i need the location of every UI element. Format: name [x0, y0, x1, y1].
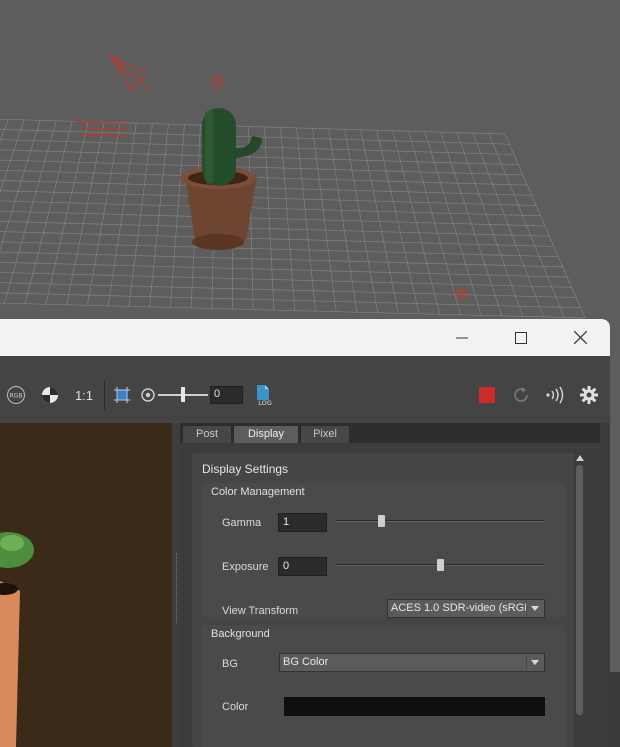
- view-transform-dropdown[interactable]: ACES 1.0 SDR-video (sRGB: [387, 599, 545, 618]
- background-panel-edge: [610, 672, 620, 747]
- refresh-button[interactable]: [510, 382, 532, 408]
- scroll-up-icon[interactable]: [576, 455, 584, 461]
- title-bar[interactable]: [0, 319, 610, 356]
- ratio-button[interactable]: 1:1: [73, 382, 95, 408]
- exposure-field[interactable]: 0: [278, 557, 327, 576]
- light-icon: [210, 74, 226, 90]
- render-view-window: RGB 1:1 0 LOG Post Display Pixel Display…: [0, 319, 610, 747]
- svg-text:RGB: RGB: [10, 393, 23, 400]
- gamma-input[interactable]: 1: [278, 513, 327, 532]
- maximize-icon: [515, 331, 527, 344]
- refresh-icon: [514, 387, 528, 402]
- section-title: Display Settings: [202, 462, 289, 476]
- bg-label: BG: [222, 658, 238, 670]
- stop-render-icon: [479, 387, 495, 403]
- scroll-thumb[interactable]: [576, 465, 583, 715]
- rendered-cactus-image: [0, 532, 34, 747]
- toolbar-separator: [104, 380, 105, 410]
- aperture-icon: [141, 388, 155, 402]
- background-group: Background BG BG Color Color: [202, 625, 565, 747]
- stop-render-button[interactable]: [477, 382, 497, 408]
- tab-pixel[interactable]: Pixel: [300, 425, 350, 443]
- chevron-down-icon: [526, 655, 543, 670]
- ipr-signal-button[interactable]: [543, 382, 567, 408]
- display-settings-section: Display Settings Color Management Gamma …: [192, 453, 578, 747]
- chevron-down-icon: [526, 601, 543, 616]
- exposure-button[interactable]: [140, 382, 156, 408]
- panel-tabs: Post Display Pixel: [180, 423, 600, 443]
- panel-splitter[interactable]: [173, 423, 180, 747]
- minimize-button[interactable]: [437, 319, 487, 356]
- bg-dropdown[interactable]: BG Color: [279, 653, 545, 672]
- exposure-input[interactable]: 0: [210, 386, 243, 404]
- cactus-model: [180, 108, 262, 250]
- rgb-channel-icon: RGB: [7, 386, 25, 404]
- exposure-slider-handle[interactable]: [181, 387, 185, 402]
- tab-display[interactable]: Display: [233, 425, 299, 443]
- gear-icon: [580, 386, 598, 404]
- group-title: Color Management: [211, 486, 305, 498]
- gamma-slider-handle[interactable]: [378, 515, 386, 527]
- svg-text:LOG: LOG: [258, 399, 272, 406]
- exposure-label: Exposure: [222, 561, 269, 573]
- view-transform-label: View Transform: [222, 605, 299, 617]
- view-transform-value: ACES 1.0 SDR-video (sRGB: [391, 602, 532, 614]
- log-file-icon: LOG: [257, 385, 272, 406]
- frame-region-button[interactable]: [112, 382, 132, 408]
- color-label: Color: [222, 701, 249, 713]
- panel-scrollbar[interactable]: [574, 453, 586, 747]
- 3d-viewport[interactable]: [0, 0, 620, 330]
- close-button[interactable]: [555, 319, 605, 356]
- render-toolbar: RGB 1:1 0 LOG: [0, 356, 610, 424]
- locator-icon: [454, 287, 468, 301]
- tab-post[interactable]: Post: [182, 425, 232, 443]
- checker-icon: [42, 387, 58, 403]
- minimize-icon: [456, 337, 468, 338]
- exposure-settings-slider-handle[interactable]: [437, 559, 444, 571]
- rgb-channel-button[interactable]: RGB: [6, 382, 26, 408]
- log-button[interactable]: LOG: [254, 382, 276, 408]
- frame-region-icon: [114, 387, 130, 403]
- settings-button[interactable]: [578, 382, 600, 408]
- bg-color-swatch[interactable]: [284, 697, 545, 716]
- checker-button[interactable]: [40, 382, 60, 408]
- close-icon: [573, 331, 587, 344]
- maximize-button[interactable]: [496, 319, 546, 356]
- scene-overlay: [74, 53, 468, 301]
- gamma-label: Gamma: [222, 517, 262, 529]
- color-management-group: Color Management Gamma 1 Exposure 0 View…: [202, 483, 565, 618]
- gamma-slider[interactable]: [335, 520, 545, 522]
- render-preview[interactable]: [0, 423, 172, 747]
- bg-value: BG Color: [283, 656, 329, 668]
- camera-icon: [108, 53, 153, 92]
- settings-panel: Post Display Pixel Display Settings Colo…: [180, 423, 610, 747]
- directional-light-icon: [74, 120, 131, 137]
- group-title: Background: [211, 628, 270, 640]
- signal-icon: [546, 386, 564, 404]
